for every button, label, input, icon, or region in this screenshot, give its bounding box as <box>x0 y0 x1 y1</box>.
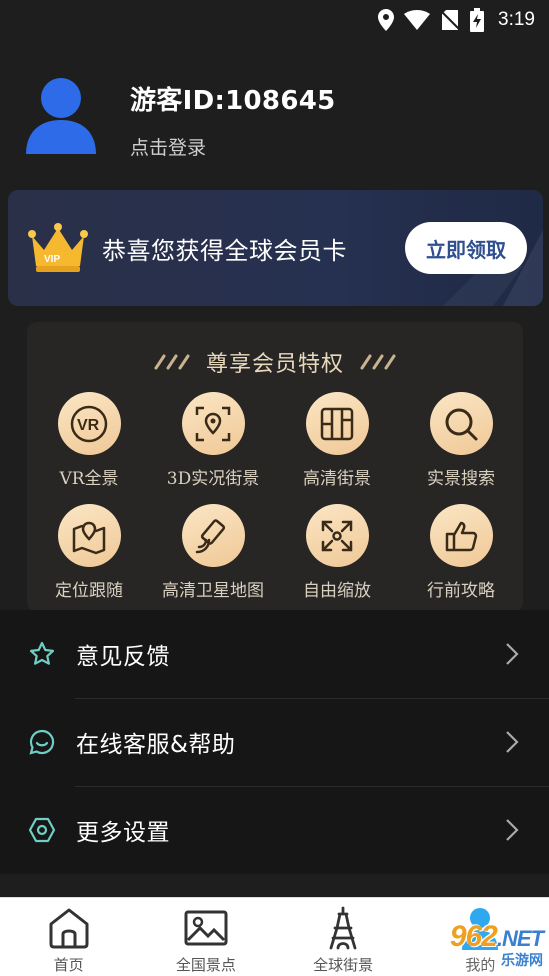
status-bar: 3:19 <box>0 0 549 40</box>
buildings-icon <box>320 407 354 440</box>
privilege-follow[interactable]: 定位跟随 <box>27 504 151 616</box>
tower-icon <box>329 906 357 950</box>
thumbs-up-icon <box>445 521 478 551</box>
menu-label: 更多设置 <box>76 820 170 846</box>
avatar[interactable] <box>24 74 98 154</box>
vr-icon: VR <box>70 405 108 442</box>
chat-icon <box>29 729 55 755</box>
settings-menu: 意见反馈 在线客服&帮助 更多设置 <box>0 610 549 874</box>
decor-slashes-icon <box>154 354 190 370</box>
privilege-zoom[interactable]: 自由缩放 <box>275 504 399 616</box>
privilege-label: 实景搜索 <box>427 469 495 489</box>
bottom-tab-bar: 首页 全国景点 全球街景 我的 962.NET 乐游网 <box>0 897 549 976</box>
star-icon <box>29 641 55 665</box>
vip-title: 恭喜您获得全球会员卡 <box>102 236 347 265</box>
tab-label: 首页 <box>53 956 84 974</box>
privilege-label: 自由缩放 <box>303 581 371 601</box>
menu-item-feedback[interactable]: 意见反馈 <box>0 610 549 698</box>
privileges-title: 尊享会员特权 <box>205 352 344 377</box>
privilege-guide[interactable]: 行前攻略 <box>399 504 523 616</box>
tab-global-street[interactable]: 全球街景 <box>275 898 412 976</box>
privilege-label: VR全景 <box>59 469 119 489</box>
privilege-label: 高清街景 <box>303 469 371 489</box>
profile-header[interactable]: 游客ID:108645 点击登录 <box>24 74 524 164</box>
tab-label: 全球街景 <box>313 956 374 974</box>
menu-label: 意见反馈 <box>76 644 170 670</box>
location-icon <box>378 9 395 31</box>
privilege-vr[interactable]: VR VR全景 <box>27 392 151 504</box>
zoom-icon <box>321 520 353 551</box>
status-time: 3:19 <box>498 9 535 30</box>
menu-item-settings[interactable]: 更多设置 <box>0 786 549 874</box>
claim-button[interactable]: 立即领取 <box>405 222 527 274</box>
privilege-satellite[interactable]: 高清卫星地图 <box>151 504 275 616</box>
chevron-right-icon <box>506 819 519 841</box>
watermark-number: 962 <box>449 920 498 953</box>
location-scan-icon <box>195 406 231 441</box>
privileges-panel: 尊享会员特权 VR VR全景 3D实况街景 高清街景 实景搜索 定位跟随 高清卫… <box>27 322 523 612</box>
tab-home[interactable]: 首页 <box>0 898 137 976</box>
picture-icon <box>184 910 228 946</box>
settings-icon <box>28 817 56 843</box>
privileges-header: 尊享会员特权 <box>27 346 523 378</box>
menu-label: 在线客服&帮助 <box>76 732 236 758</box>
menu-item-support[interactable]: 在线客服&帮助 <box>0 698 549 786</box>
login-link[interactable]: 点击登录 <box>130 133 336 160</box>
chevron-right-icon <box>506 731 519 753</box>
privilege-hd-street[interactable]: 高清街景 <box>275 392 399 504</box>
wifi-icon <box>404 10 431 30</box>
vip-badge-text: VIP <box>44 254 60 265</box>
vip-banner[interactable]: VIP 恭喜您获得全球会员卡 立即领取 <box>8 190 543 306</box>
watermark-sub: 乐游网 <box>501 953 543 969</box>
no-sim-icon <box>440 10 460 30</box>
privilege-label: 定位跟随 <box>55 581 123 601</box>
privilege-3d-street[interactable]: 3D实况街景 <box>151 392 275 504</box>
home-icon <box>49 908 89 949</box>
watermark-logo: 962.NET 乐游网 <box>449 920 544 970</box>
crown-icon: VIP <box>28 223 88 272</box>
battery-charging-icon <box>470 8 485 32</box>
chevron-right-icon <box>506 643 519 665</box>
privilege-search[interactable]: 实景搜索 <box>399 392 523 504</box>
svg-text:VR: VR <box>77 417 100 434</box>
watermark-suffix: .NET <box>496 926 544 951</box>
privilege-label: 高清卫星地图 <box>162 581 264 601</box>
map-pin-icon <box>72 521 106 554</box>
privilege-label: 3D实况街景 <box>166 469 260 489</box>
decor-slashes-icon <box>360 354 396 370</box>
search-icon <box>445 408 478 440</box>
tab-scenic-spots[interactable]: 全国景点 <box>137 898 274 976</box>
satellite-icon <box>195 518 226 553</box>
privilege-label: 行前攻略 <box>427 581 495 601</box>
tab-label: 全国景点 <box>175 956 236 974</box>
user-id: 游客ID:108645 <box>130 86 336 116</box>
